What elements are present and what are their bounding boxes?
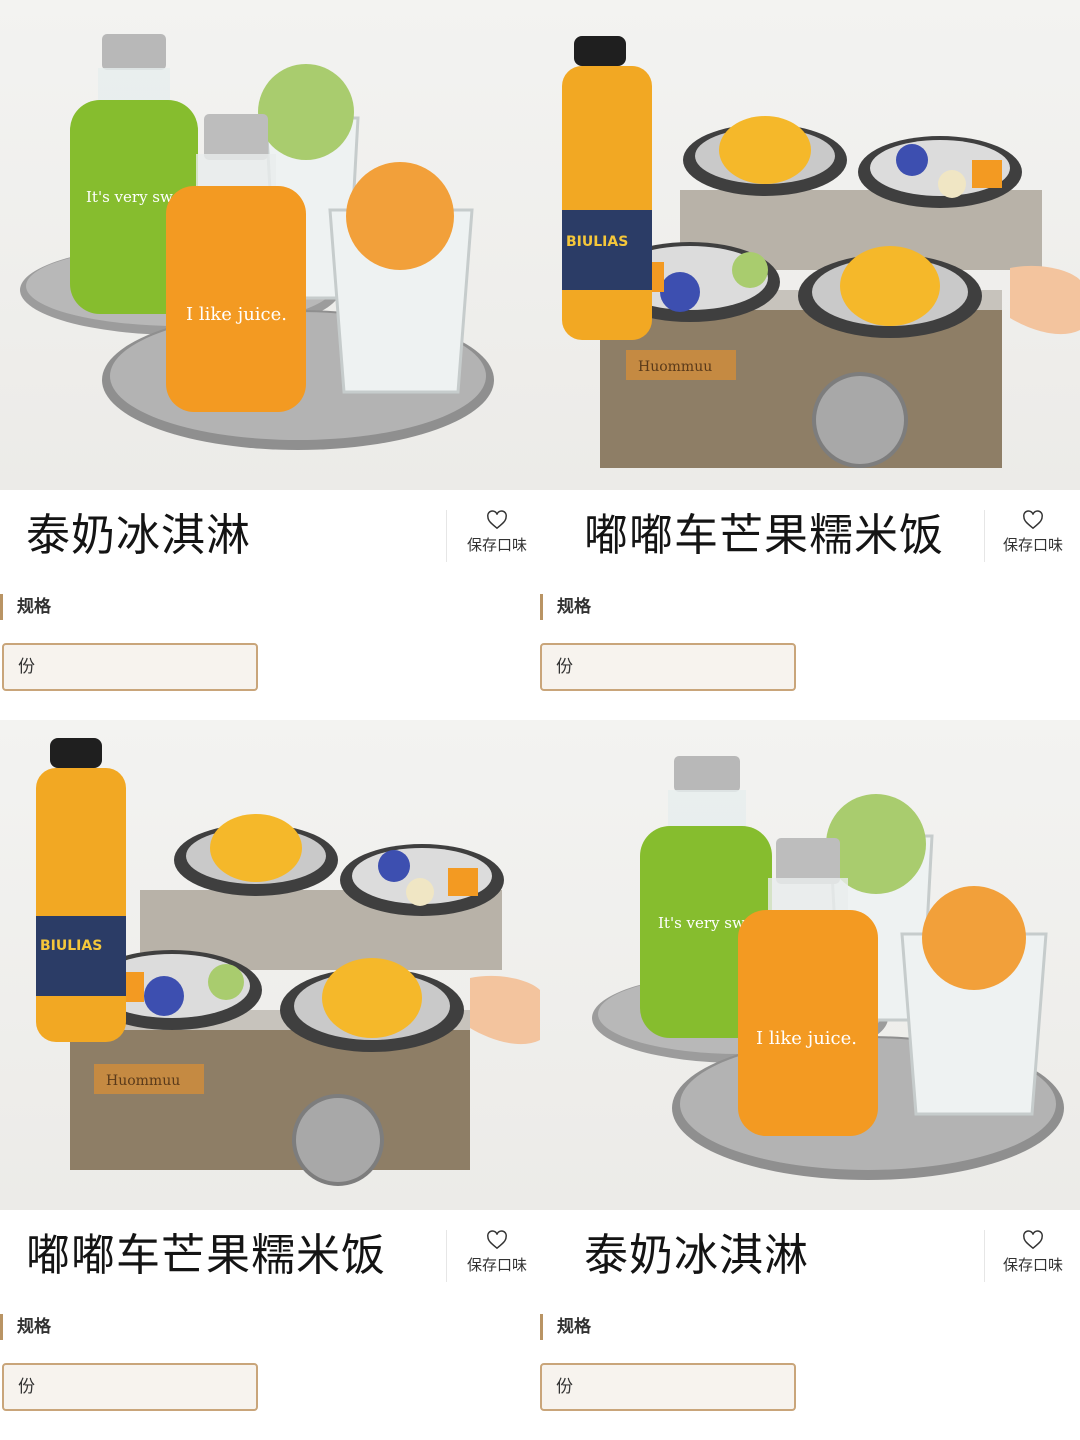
- product-card[interactable]: It's very sweet I like juice. 泰奶冰淇淋 保存口味…: [540, 720, 1080, 1440]
- product-image[interactable]: Huommuu BIULIAS: [540, 0, 1080, 490]
- divider: [446, 1230, 447, 1282]
- bottle-label-text: BIULIAS: [566, 234, 628, 250]
- heart-outline-icon: [1023, 1230, 1043, 1250]
- save-flavor-button[interactable]: 保存口味: [990, 1230, 1076, 1275]
- tuktuk-mango-illustration: Huommuu BIULIAS: [36, 738, 540, 1186]
- save-flavor-button[interactable]: 保存口味: [454, 1230, 540, 1275]
- heart-outline-icon: [487, 1230, 507, 1250]
- save-flavor-label: 保存口味: [466, 1256, 527, 1274]
- save-flavor-button[interactable]: 保存口味: [454, 510, 540, 555]
- juice-ice-cream-illustration: It's very sweet I like juice.: [592, 756, 1064, 1180]
- heart-outline-icon: [1023, 510, 1043, 530]
- bottle-text-juice: I like juice.: [756, 1028, 857, 1049]
- product-grid: It's very sweet I like juice. 泰奶冰淇淋 保存口味…: [0, 0, 1080, 1440]
- product-card[interactable]: Huommuu BIULIAS 嘟嘟车芒果糯米饭 保存口味 规格 份: [0, 720, 540, 1440]
- divider: [446, 510, 447, 562]
- product-title: 嘟嘟车芒果糯米饭: [584, 510, 944, 561]
- product-card[interactable]: It's very sweet I like juice. 泰奶冰淇淋 保存口味…: [0, 0, 540, 720]
- heart-outline-icon: [487, 510, 507, 530]
- save-flavor-label: 保存口味: [466, 536, 527, 554]
- spec-option[interactable]: 份: [2, 1363, 258, 1411]
- product-title: 嘟嘟车芒果糯米饭: [26, 1230, 386, 1281]
- cart-sign-text: Huommuu: [106, 1073, 180, 1089]
- save-flavor-label: 保存口味: [1002, 1256, 1063, 1274]
- spec-label: 规格: [540, 1314, 591, 1340]
- divider: [984, 1230, 985, 1282]
- product-title: 泰奶冰淇淋: [584, 1230, 809, 1281]
- spec-label: 规格: [0, 594, 51, 620]
- tuktuk-mango-illustration: Huommuu BIULIAS: [562, 36, 1080, 468]
- cart-sign-text: Huommuu: [638, 359, 712, 375]
- spec-option[interactable]: 份: [540, 1363, 796, 1411]
- save-flavor-label: 保存口味: [1002, 536, 1063, 554]
- spec-option[interactable]: 份: [540, 643, 796, 691]
- product-image[interactable]: Huommuu BIULIAS: [0, 720, 540, 1210]
- save-flavor-button[interactable]: 保存口味: [990, 510, 1076, 555]
- spec-label: 规格: [540, 594, 591, 620]
- product-card[interactable]: Huommuu BIULIAS 嘟嘟车芒果糯米饭 保存口味 规格 份: [540, 0, 1080, 720]
- spec-label: 规格: [0, 1314, 51, 1340]
- product-image[interactable]: It's very sweet I like juice.: [0, 0, 540, 490]
- bottle-text-juice: I like juice.: [186, 304, 287, 325]
- divider: [984, 510, 985, 562]
- product-image[interactable]: It's very sweet I like juice.: [540, 720, 1080, 1210]
- spec-option[interactable]: 份: [2, 643, 258, 691]
- juice-ice-cream-illustration: It's very sweet I like juice.: [20, 34, 494, 450]
- product-title: 泰奶冰淇淋: [26, 510, 251, 561]
- bottle-label-text: BIULIAS: [40, 938, 102, 954]
